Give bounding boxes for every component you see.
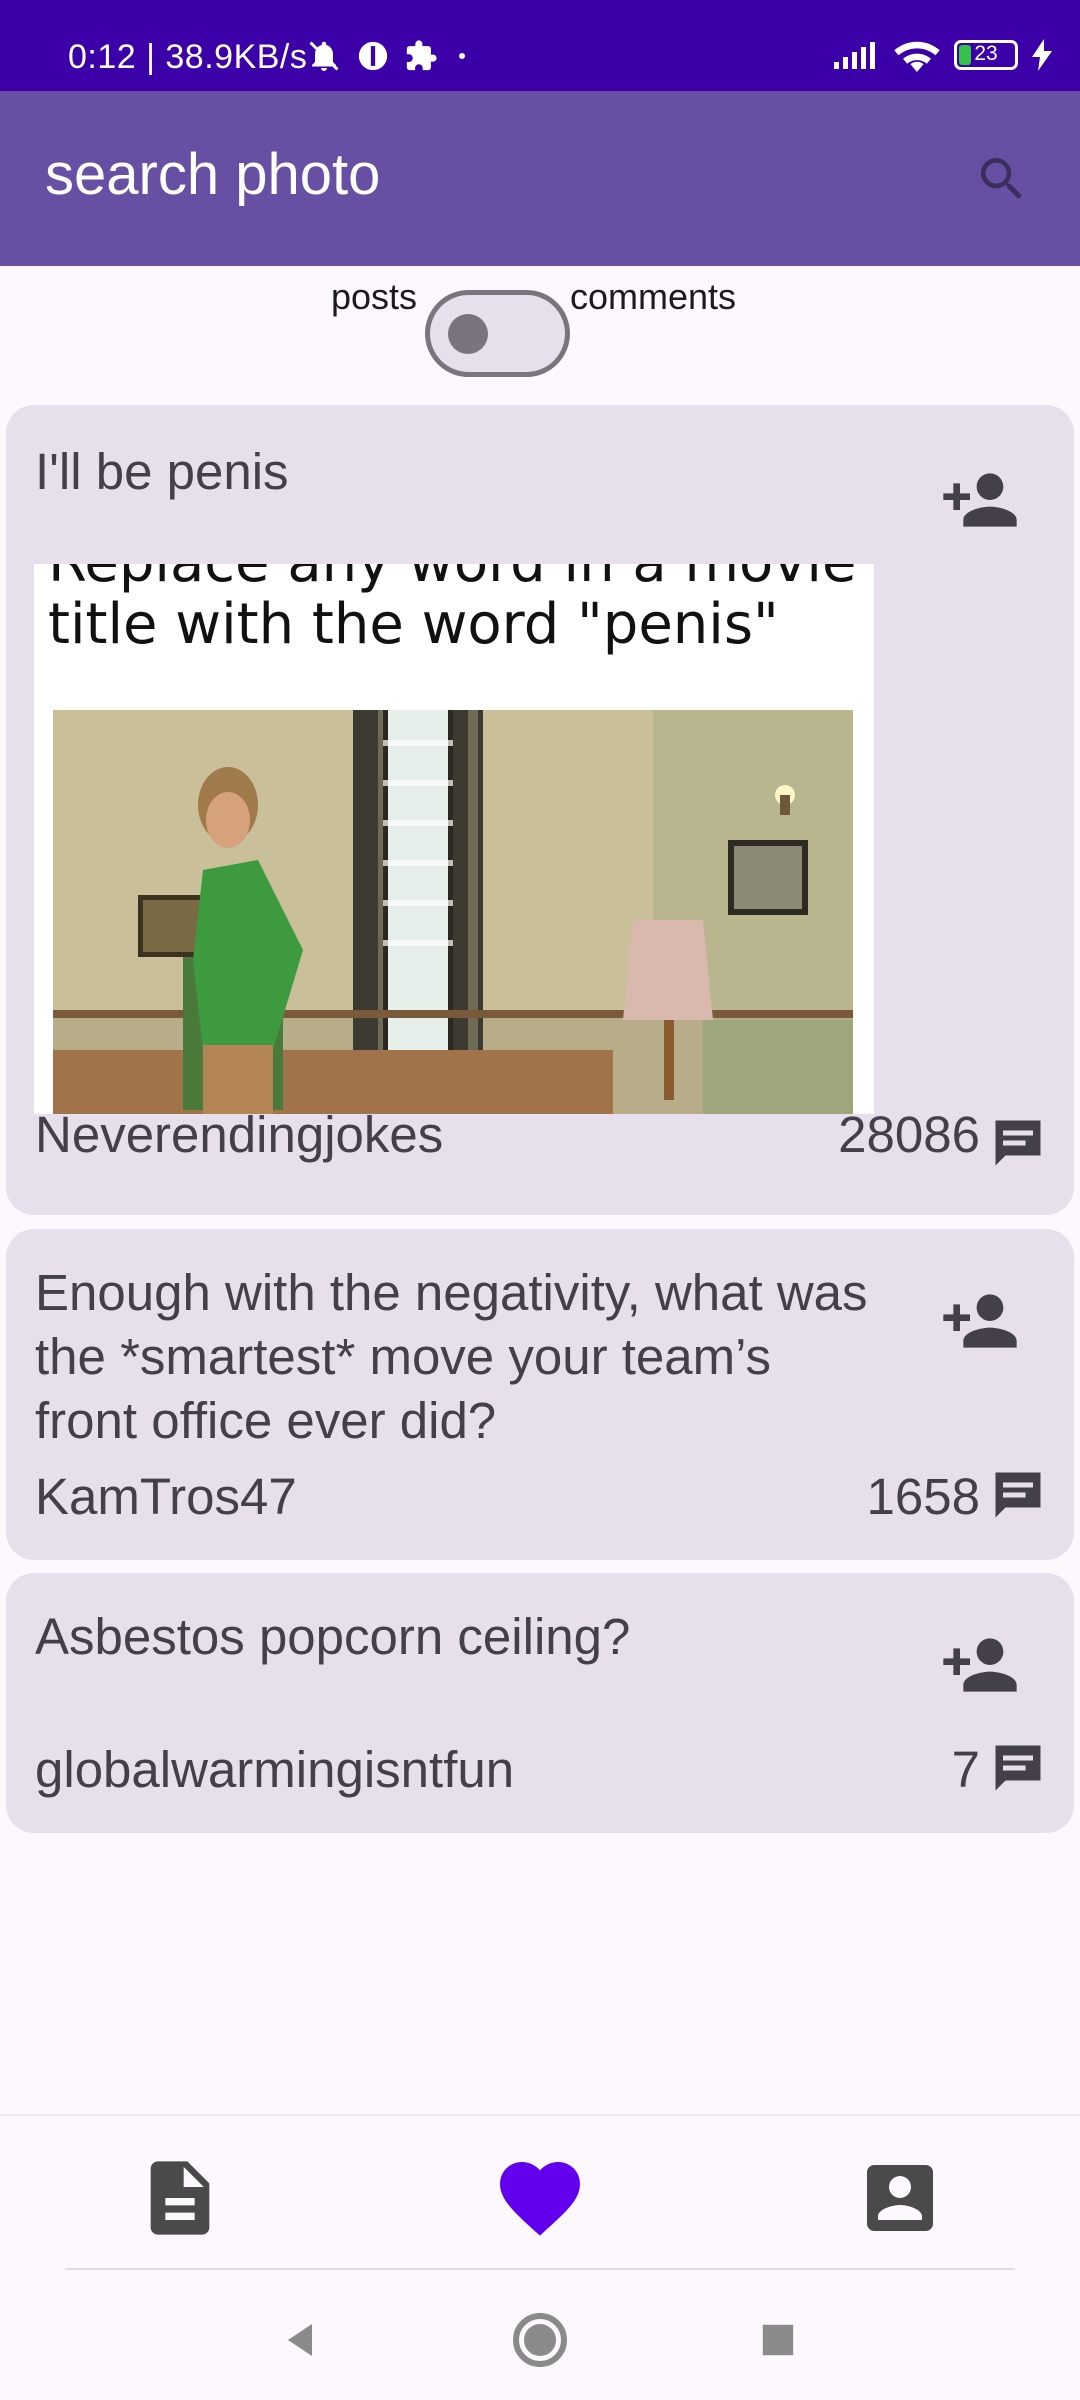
wifi-icon (894, 41, 940, 72)
post-title: Asbestos popcorn ceiling? (35, 1608, 631, 1665)
post-card[interactable]: I'll be penis Replace any word in a movi… (6, 405, 1074, 1215)
movie-still-image (53, 710, 853, 1114)
heart-icon (500, 2162, 580, 2236)
dot-icon (459, 53, 465, 59)
post-image-caption: Replace any word in a movie title with t… (48, 564, 856, 657)
comment-icon[interactable] (988, 1738, 1048, 1798)
comment-count: 1658 (866, 1468, 980, 1525)
home-button[interactable] (510, 2310, 570, 2370)
system-navigation-bar (0, 2272, 1080, 2400)
search-icon (980, 158, 1022, 199)
post-title: Enough with the negativity, what was the… (35, 1264, 868, 1449)
posts-comments-toggle-row: posts comments (0, 266, 1080, 396)
nav-profile-tab[interactable] (850, 2148, 950, 2248)
follow-user-icon[interactable] (930, 460, 1030, 540)
status-bar: 0:12 | 38.9KB/s 23 (0, 0, 1080, 91)
nav-posts-tab[interactable] (130, 2148, 230, 2248)
switch-thumb (448, 314, 488, 354)
status-system-icons: 23 (832, 38, 1052, 72)
battery-indicator: 23 (954, 40, 1018, 70)
mute-icon (309, 41, 339, 71)
nav-favorites-tab[interactable] (490, 2148, 590, 2248)
post-author[interactable]: KamTros47 (35, 1467, 297, 1526)
battery-level: 23 (974, 42, 998, 65)
post-author[interactable]: Neverendingjokes (35, 1105, 443, 1164)
signal-icon (834, 42, 875, 69)
posts-label: posts (331, 276, 418, 317)
charging-icon (1032, 39, 1052, 71)
comment-count: 28086 (838, 1106, 980, 1163)
nav-divider (65, 2268, 1015, 2270)
recents-square-icon (762, 2324, 794, 2356)
comments-label: comments (570, 276, 737, 317)
bottom-navigation (0, 2114, 1080, 2270)
page-title: search photo (45, 142, 381, 207)
home-circle-icon (513, 2313, 567, 2367)
comment-icon[interactable] (988, 1113, 1048, 1173)
search-button[interactable] (966, 143, 1038, 215)
recents-button[interactable] (748, 2310, 808, 2370)
status-time-speed: 0:12 | 38.9KB/s (68, 38, 308, 76)
comment-count: 7 (951, 1741, 980, 1798)
puzzle-icon (406, 40, 437, 71)
comment-icon[interactable] (988, 1465, 1048, 1525)
post-card[interactable]: Enough with the negativity, what was the… (6, 1229, 1074, 1560)
post-author[interactable]: globalwarmingisntfun (35, 1740, 514, 1799)
back-button[interactable] (270, 2310, 330, 2370)
follow-user-icon[interactable] (930, 1281, 1030, 1361)
app-bar: search photo (0, 91, 1080, 266)
status-notification-icons (306, 38, 472, 74)
post-title: I'll be penis (35, 443, 289, 500)
posts-comments-switch[interactable] (425, 290, 570, 377)
back-triangle-icon (288, 2324, 312, 2356)
profile-icon (867, 2165, 933, 2231)
post-image[interactable]: Replace any word in a movie title with t… (34, 564, 874, 1114)
post-card[interactable]: Asbestos popcorn ceiling? globalwarmingi… (6, 1573, 1074, 1833)
article-icon (150, 2161, 210, 2235)
follow-user-icon[interactable] (930, 1625, 1030, 1705)
app-notification-icon (358, 41, 388, 71)
